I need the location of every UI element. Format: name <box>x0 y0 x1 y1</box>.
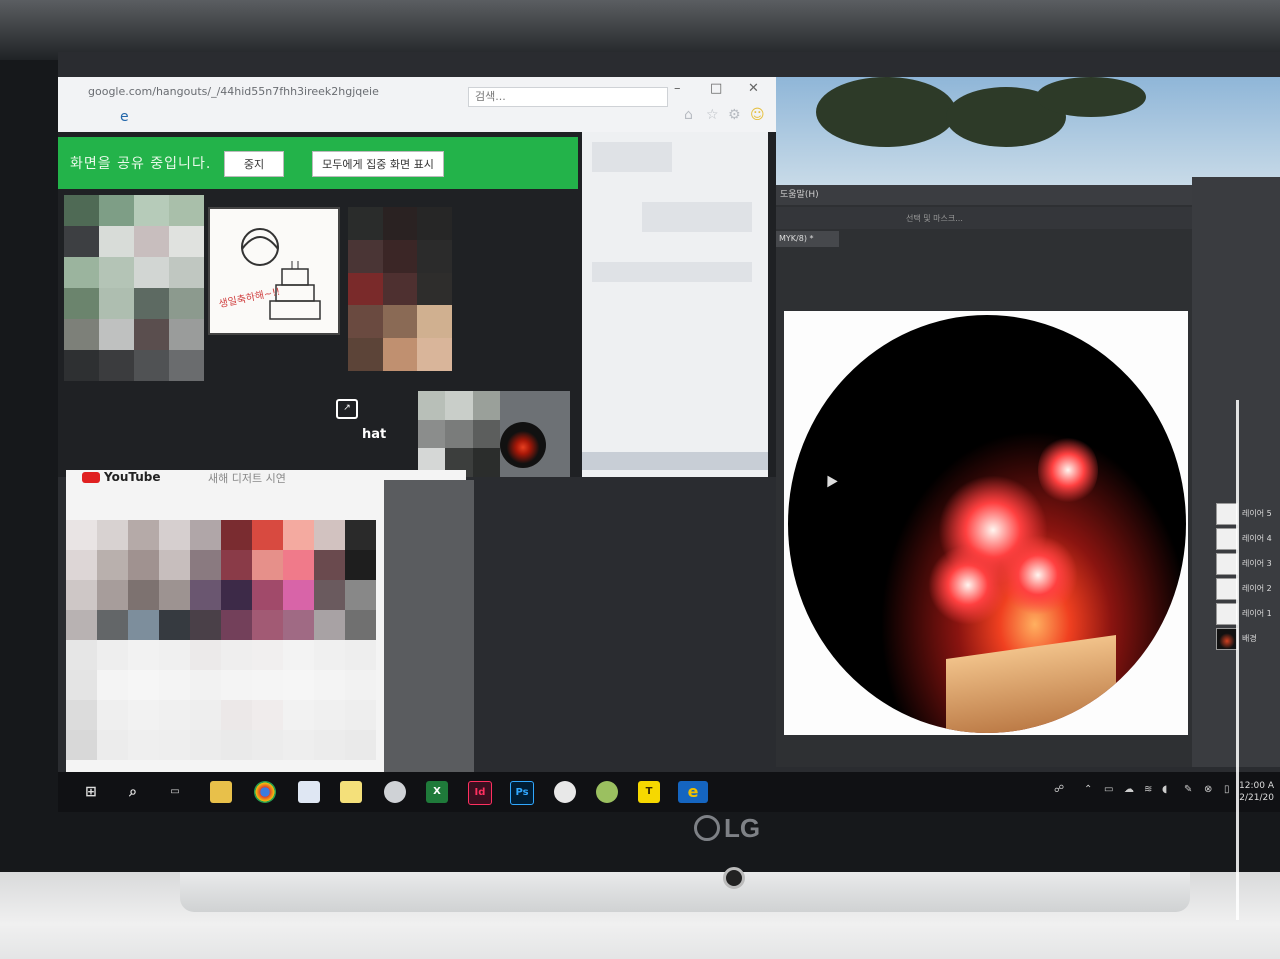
layer-thumbnail <box>1216 603 1238 625</box>
taskbar: ⊞ ⌕ ▭ X Id Ps T e ☍ ⌃ ▭ ☁ ≋ ◖ ✎ ⊗ ▯ 12:0… <box>58 772 1280 812</box>
app-ball-icon[interactable] <box>596 781 618 803</box>
browser-chrome: google.com/hangouts/_/44hid55n7fhh3ireek… <box>58 77 776 132</box>
photoshop-icon[interactable]: Ps <box>510 781 534 805</box>
minimize-icon[interactable]: – <box>674 81 681 96</box>
photoshop-window: 도움말(H) 선택 및 마스크... MYK/8) * 레이어 5 레이어 4 레이… <box>776 77 1280 767</box>
layer-row[interactable]: 레이어 4 <box>1200 528 1280 550</box>
ps-options-bar: 선택 및 마스크... <box>776 207 1196 229</box>
cloud-icon[interactable]: ☁ <box>1124 784 1134 795</box>
layer-name: 레이어 4 <box>1242 534 1272 543</box>
browser-window: google.com/hangouts/_/44hid55n7fhh3ireek… <box>58 77 776 477</box>
screen-share-bar: 화면을 공유 중입니다. 중지 모두에게 집중 화면 표시 <box>58 137 578 189</box>
layer-row[interactable]: 레이어 2 <box>1200 578 1280 600</box>
youtube-window: YouTube 새해 디저트 시연 <box>66 470 474 780</box>
ps-canvas <box>784 311 1188 735</box>
light-glare <box>1236 400 1239 920</box>
people-icon[interactable]: ☍ <box>1054 784 1064 795</box>
smiley-icon[interactable]: ☺ <box>750 107 765 123</box>
ps-document-tab[interactable]: MYK/8) * <box>776 231 839 247</box>
indesign-icon[interactable]: Id <box>468 781 492 805</box>
layers-panel-header <box>1192 181 1280 197</box>
address-bar[interactable]: google.com/hangouts/_/44hid55n7fhh3ireek… <box>88 85 428 103</box>
volume-icon[interactable]: ◖ <box>1162 784 1167 795</box>
chat-icon[interactable]: ↗ <box>336 399 358 419</box>
participant-tile-2[interactable] <box>348 207 452 371</box>
close-icon[interactable]: ✕ <box>748 81 759 96</box>
home-icon[interactable]: ⌂ <box>684 107 693 123</box>
layer-name: 레이어 1 <box>1242 609 1272 618</box>
select-mask-button[interactable]: 선택 및 마스크... <box>906 213 963 224</box>
layer-name: 레이어 2 <box>1242 584 1272 593</box>
media-icon[interactable] <box>554 781 576 803</box>
youtube-video[interactable] <box>66 520 376 760</box>
chevron-up-icon[interactable]: ⌃ <box>1084 784 1092 795</box>
stop-sharing-button[interactable]: 중지 <box>224 151 284 177</box>
internet-explorer-icon[interactable]: e <box>678 781 708 803</box>
sticky-notes-icon[interactable] <box>340 781 362 803</box>
youtube-subtitle: 새해 디저트 시연 <box>208 472 286 485</box>
star-icon[interactable]: ☆ <box>706 107 719 123</box>
firework-photo <box>788 315 1186 733</box>
layer-thumbnail <box>1216 528 1238 550</box>
search-input[interactable]: 검색... <box>468 87 668 107</box>
tree-foliage <box>816 77 956 147</box>
side-panel <box>582 132 768 477</box>
laptop-lid-top <box>0 0 1280 60</box>
ps-menu-help[interactable]: 도움말(H) <box>776 185 1200 205</box>
drawing-tile[interactable]: 생일축하해~!! <box>208 207 340 335</box>
layer-row[interactable]: 레이어 1 <box>1200 603 1280 625</box>
layer-row[interactable]: 레이어 3 <box>1200 553 1280 575</box>
cake-drawing <box>241 228 321 320</box>
store-icon[interactable] <box>298 781 320 803</box>
chrome-icon[interactable] <box>254 781 276 803</box>
clock-date: 2/21/20 <box>1239 793 1274 803</box>
search-icon[interactable]: ⌕ <box>122 781 144 803</box>
notification-icon[interactable]: ▯ <box>1224 784 1230 795</box>
self-view-firework <box>500 422 546 468</box>
gear-icon[interactable]: ⚙ <box>728 107 741 123</box>
lg-logo: LG <box>694 812 774 844</box>
youtube-icon <box>82 472 100 483</box>
wifi-icon[interactable]: ≋ <box>1144 784 1152 795</box>
layer-row[interactable]: 배경 <box>1200 628 1280 650</box>
share-message: 화면을 공유 중입니다. <box>70 156 212 172</box>
layer-row[interactable]: 레이어 5 <box>1200 503 1280 525</box>
webcam <box>723 867 745 889</box>
file-explorer-icon[interactable] <box>210 781 232 803</box>
task-view-icon[interactable]: ▭ <box>164 781 186 803</box>
system-clock[interactable]: 12:00 A 2/21/20 <box>1239 780 1274 804</box>
ruler-panel <box>384 480 474 780</box>
layer-thumbnail <box>1216 553 1238 575</box>
settings-icon[interactable]: ⊗ <box>1204 784 1212 795</box>
app-icon[interactable] <box>384 781 406 803</box>
kakaotalk-icon[interactable]: T <box>638 781 660 803</box>
clock-time: 12:00 A <box>1239 781 1274 791</box>
layer-name: 레이어 5 <box>1242 509 1272 518</box>
ie-tab-icon[interactable]: e <box>120 109 138 127</box>
battery-icon[interactable]: ▭ <box>1104 784 1113 795</box>
present-to-all-button[interactable]: 모두에게 집중 화면 표시 <box>312 151 444 177</box>
lg-logo-icon <box>694 815 720 841</box>
chat-label[interactable]: hat <box>362 427 386 442</box>
layer-name: 레이어 3 <box>1242 559 1272 568</box>
participant-tile-1[interactable] <box>64 195 204 381</box>
layer-thumbnail <box>1216 503 1238 525</box>
lit-building <box>946 635 1116 733</box>
layer-thumbnail <box>1216 578 1238 600</box>
laptop-hinge <box>180 872 1190 912</box>
pen-icon[interactable]: ✎ <box>1184 784 1192 795</box>
laptop-screen: google.com/hangouts/_/44hid55n7fhh3ireek… <box>58 52 1280 812</box>
self-view-tile[interactable] <box>418 391 500 477</box>
layer-thumbnail <box>1216 628 1238 650</box>
wallpaper-sky <box>776 77 1280 187</box>
mouse-cursor <box>822 472 838 488</box>
start-icon[interactable]: ⊞ <box>80 781 102 803</box>
youtube-title[interactable]: YouTube <box>82 470 161 484</box>
layer-name: 배경 <box>1242 634 1257 643</box>
excel-icon[interactable]: X <box>426 781 448 803</box>
maximize-icon[interactable]: □ <box>710 81 722 96</box>
